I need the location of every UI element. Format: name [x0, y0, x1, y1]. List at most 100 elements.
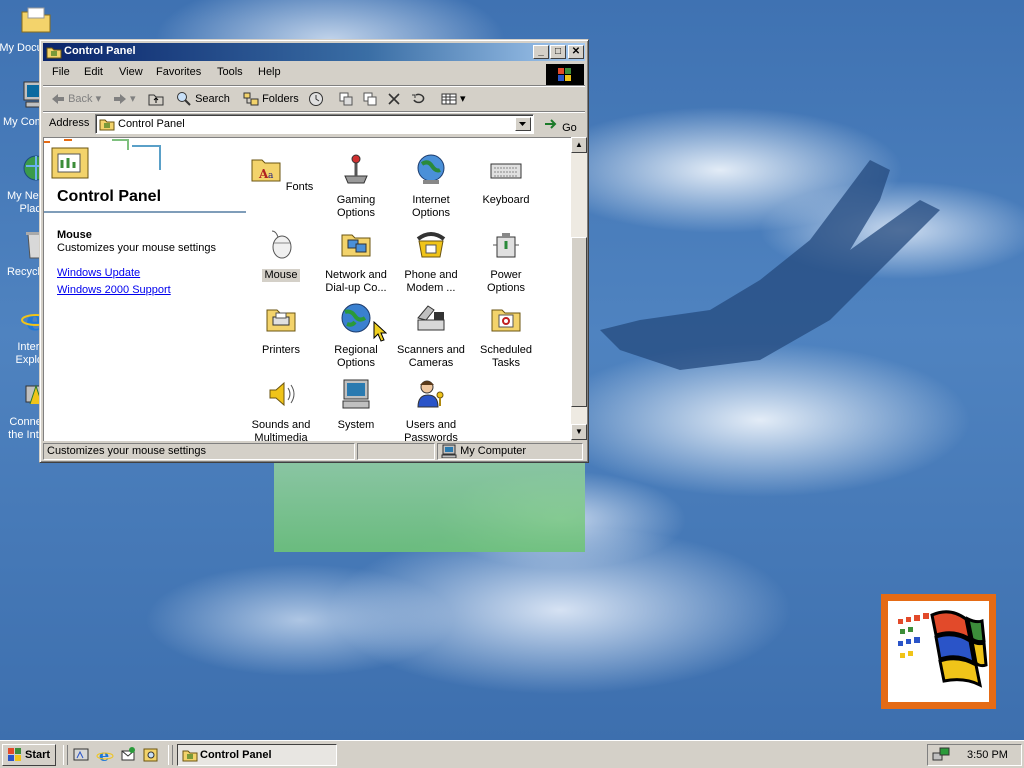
- cp-item-keyboard[interactable]: Keyboard: [470, 152, 542, 207]
- scroll-thumb[interactable]: [571, 237, 587, 407]
- scroll-up-button[interactable]: ▲: [571, 137, 587, 153]
- go-arrow-icon: [545, 119, 557, 129]
- status-bar: Customizes your mouse settings My Comput…: [43, 443, 585, 461]
- views-button[interactable]: ▾: [441, 89, 466, 109]
- cp-item-gaming-options[interactable]: Gaming Options: [320, 152, 392, 220]
- cp-item-network-dialup[interactable]: Network and Dial-up Co...: [320, 227, 392, 295]
- maximize-button[interactable]: □: [550, 45, 566, 59]
- cp-item-scanners-cameras[interactable]: Scanners and Cameras: [395, 302, 467, 370]
- windows-2000-support-link[interactable]: Windows 2000 Support: [57, 284, 171, 296]
- scanner-icon: [417, 305, 445, 331]
- search-button[interactable]: Search: [176, 89, 230, 109]
- folder-documents-icon: [21, 7, 51, 33]
- cp-item-sounds-multimedia[interactable]: Sounds and Multimedia: [245, 377, 317, 441]
- control-panel-window: Control Panel _ □ ✕ File Edit View Favor…: [39, 39, 589, 463]
- cp-item-power-options[interactable]: Power Options: [470, 227, 542, 295]
- cp-item-phone-modem[interactable]: Phone and Modem ...: [395, 227, 467, 295]
- chevron-down-icon: [519, 122, 526, 126]
- item-label: Network and: [325, 269, 387, 281]
- forward-button[interactable]: ▾: [113, 89, 136, 109]
- menu-tools[interactable]: Tools: [217, 66, 243, 78]
- control-panel-folder-icon: [46, 47, 62, 59]
- sidebar-divider: [44, 211, 246, 213]
- cp-item-internet-options[interactable]: Internet Options: [395, 152, 467, 220]
- item-label: Users and: [405, 419, 457, 431]
- taskbar-button-control-panel[interactable]: Control Panel: [177, 744, 337, 766]
- item-label: Fonts: [285, 181, 314, 193]
- clock[interactable]: 3:50 PM: [967, 745, 1008, 765]
- undo-icon: [412, 93, 425, 104]
- speaker-icon: [269, 381, 295, 407]
- menu-help[interactable]: Help: [258, 66, 281, 78]
- cp-item-printers[interactable]: Printers: [245, 302, 317, 357]
- svg-text:a: a: [268, 171, 274, 181]
- copy-to-button[interactable]: [362, 89, 378, 109]
- move-to-icon: [339, 92, 353, 106]
- standard-toolbar: Back ▾ ▾ Search Folders ▾: [43, 87, 585, 111]
- go-button[interactable]: Go: [543, 117, 577, 134]
- menu-file[interactable]: File: [52, 66, 70, 78]
- status-zone-pane: My Computer: [437, 443, 583, 460]
- internet-explorer-icon[interactable]: e: [96, 746, 114, 764]
- network-connection-icon[interactable]: [932, 747, 950, 763]
- minimize-button[interactable]: _: [533, 45, 549, 59]
- system-computer-icon: [342, 379, 370, 409]
- item-label: Sounds and: [251, 419, 311, 431]
- menu-favorites[interactable]: Favorites: [156, 66, 201, 78]
- address-input[interactable]: Control Panel: [95, 114, 534, 134]
- back-button[interactable]: Back ▾: [51, 89, 101, 109]
- cp-item-fonts[interactable]: Aa Fonts: [245, 152, 317, 194]
- cp-item-users-passwords[interactable]: Users and Passwords: [395, 377, 467, 441]
- vertical-scrollbar[interactable]: ▲ ▼: [571, 137, 587, 440]
- close-button[interactable]: ✕: [568, 45, 584, 59]
- windows-update-link[interactable]: Windows Update: [57, 267, 140, 279]
- folders-button[interactable]: Folders: [243, 89, 299, 109]
- item-label: Tasks: [491, 357, 521, 369]
- item-label: System: [337, 419, 375, 431]
- taskbar: Start e Control Panel 3:50 PM: [0, 740, 1024, 768]
- item-label: Options: [337, 207, 375, 219]
- window-title: Control Panel: [64, 45, 136, 57]
- item-label: Options: [412, 207, 450, 219]
- item-label: Printers: [262, 344, 300, 356]
- address-value: Control Panel: [118, 118, 185, 130]
- go-label: Go: [562, 122, 577, 134]
- undo-button[interactable]: [410, 89, 426, 109]
- scroll-down-button[interactable]: ▼: [571, 424, 587, 440]
- item-label: Dial-up Co...: [325, 282, 387, 294]
- history-button[interactable]: [308, 89, 324, 109]
- system-tray: 3:50 PM: [927, 744, 1022, 766]
- menu-view[interactable]: View: [119, 66, 143, 78]
- menu-edit[interactable]: Edit: [84, 66, 103, 78]
- outlook-express-icon[interactable]: [119, 746, 137, 764]
- status-zone: My Computer: [460, 445, 527, 457]
- copy-to-icon: [363, 92, 377, 106]
- show-desktop-icon[interactable]: [72, 746, 90, 764]
- item-label: Passwords: [404, 432, 458, 441]
- item-label: Gaming: [336, 194, 376, 206]
- control-panel-folder-icon: [182, 750, 198, 762]
- start-button[interactable]: Start: [2, 744, 56, 766]
- item-label: Scheduled: [480, 344, 532, 356]
- item-label: Keyboard: [482, 194, 530, 206]
- search-quick-launch-icon[interactable]: [142, 746, 160, 764]
- address-dropdown-button[interactable]: [515, 117, 531, 131]
- address-bar: Address Control Panel Go: [43, 113, 585, 135]
- cp-item-scheduled-tasks[interactable]: Scheduled Tasks: [470, 302, 542, 370]
- cp-item-system[interactable]: System: [320, 377, 392, 432]
- cp-item-mouse[interactable]: Mouse: [245, 227, 317, 282]
- delete-button[interactable]: [387, 89, 401, 109]
- toolbar-grip: [168, 745, 173, 765]
- item-label: Power Options: [487, 269, 525, 294]
- printer-folder-icon: [266, 309, 296, 332]
- menu-bar: File Edit View Favorites Tools Help: [43, 63, 585, 83]
- forward-arrow-icon: [114, 94, 126, 105]
- users-keys-icon: [417, 380, 444, 408]
- title-bar[interactable]: Control Panel _ □ ✕: [43, 43, 585, 61]
- mouse-icon: [271, 230, 292, 259]
- move-to-button[interactable]: [338, 89, 354, 109]
- sidebar-selected-name: Mouse: [57, 229, 92, 241]
- fonts-icon: Aa: [251, 159, 281, 182]
- up-folder-button[interactable]: [148, 89, 164, 109]
- wallpaper-green-panel: [274, 460, 585, 552]
